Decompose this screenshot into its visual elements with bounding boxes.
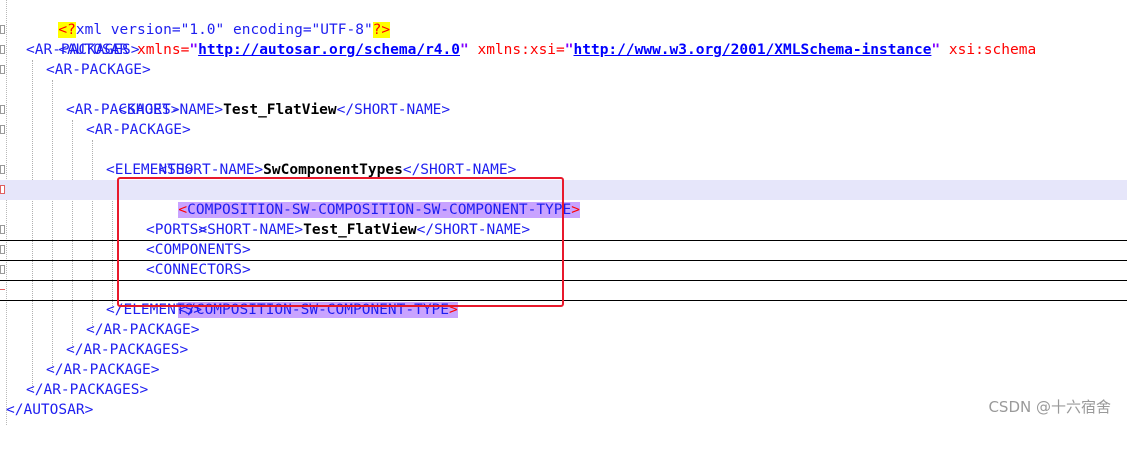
ar-package-open: <AR-PACKAGE> (46, 62, 151, 78)
fold-end-icon (0, 289, 5, 290)
fold-toggle-icon[interactable] (0, 105, 5, 114)
fold-toggle-icon[interactable] (0, 165, 5, 174)
code-line-18[interactable]: </AR-PACKAGES> (0, 340, 1127, 360)
ar-package-close: </AR-PACKAGE> (46, 362, 160, 378)
ar-packages-open: <AR-PACKAGES> (66, 102, 180, 118)
code-line-4[interactable]: <AR-PACKAGE> (0, 60, 1127, 80)
code-line-1[interactable]: <?xml version="1.0" encoding="UTF-8"?> (0, 0, 1127, 38)
code-line-20[interactable]: </AR-PACKAGES> (0, 380, 1127, 400)
xml-editor[interactable]: <?xml version="1.0" encoding="UTF-8"?> <… (0, 0, 1127, 425)
fold-toggle-icon[interactable] (0, 185, 5, 194)
code-line-2[interactable]: <AUTOSAR xmlns="http://autosar.org/schem… (0, 20, 1127, 58)
fold-toggle-icon[interactable] (0, 45, 5, 54)
ar-package-close: </AR-PACKAGE> (86, 322, 200, 338)
fold-toggle-icon[interactable] (0, 65, 5, 74)
fold-toggle-icon[interactable] (0, 225, 5, 234)
watermark: CSDN @十六宿舍 (988, 398, 1111, 416)
code-line-21[interactable]: </AUTOSAR> (0, 400, 1127, 420)
autosar-close-tag: </AUTOSAR> (6, 402, 94, 418)
fold-toggle-icon[interactable] (0, 125, 5, 134)
fold-toggle-icon[interactable] (0, 245, 5, 254)
ar-packages-open: <AR-PACKAGES> (26, 42, 140, 58)
code-line-3[interactable]: <AR-PACKAGES> (0, 40, 1127, 60)
code-line-17[interactable]: </AR-PACKAGE> (0, 320, 1127, 340)
ar-packages-close: </AR-PACKAGES> (66, 342, 189, 358)
ar-package-open: <AR-PACKAGE> (86, 122, 191, 138)
ar-packages-close: </AR-PACKAGES> (26, 382, 149, 398)
fold-toggle-icon[interactable] (0, 265, 5, 274)
code-line-6[interactable]: <AR-PACKAGES> (0, 100, 1127, 120)
code-line-7[interactable]: <AR-PACKAGE> (0, 120, 1127, 140)
code-line-19[interactable]: </AR-PACKAGE> (0, 360, 1127, 380)
code-line-5[interactable]: <SHORT-NAME>Test_FlatView</SHORT-NAME> (0, 80, 1127, 118)
fold-toggle-icon[interactable] (0, 25, 5, 34)
code-line-8[interactable]: <SHORT-NAME>SwComponentTypes</SHORT-NAME… (0, 140, 1127, 178)
annotation-highlight-box (117, 177, 564, 307)
